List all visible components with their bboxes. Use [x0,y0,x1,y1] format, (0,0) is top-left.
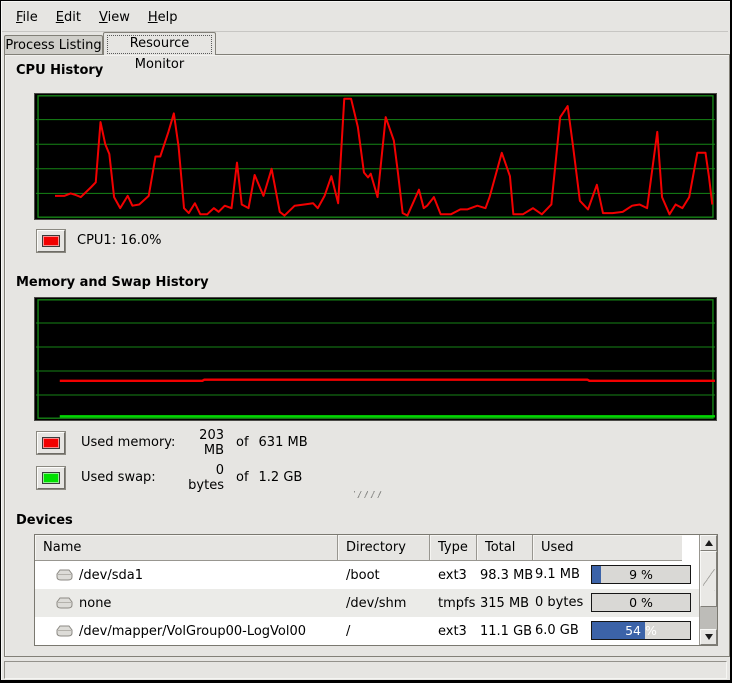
device-used: 0 bytes [535,595,583,610]
swap-of-text: of [236,470,249,485]
cpu-color-swatch-button[interactable] [37,230,65,252]
swap-color-sample [42,472,60,484]
scroll-up-button[interactable] [700,535,717,551]
column-header-directory[interactable]: Directory [338,535,430,561]
table-row[interactable]: /dev/sda1 /boot ext3 98.3 MB 9.1 MB 9 % [35,561,717,589]
arrow-down-icon [705,634,713,640]
swap-color-swatch-button[interactable] [37,467,65,489]
tab-process-listing[interactable]: Process Listing [4,35,103,55]
device-name: /dev/mapper/VolGroup00-LogVol00 [79,624,306,639]
device-total: 315 MB [477,596,533,611]
memory-history-chart [34,297,717,421]
device-directory: / [338,624,430,639]
device-total: 98.3 MB [477,568,533,583]
swap-legend-row: Used swap: 0 bytes of 1.2 GB [5,466,302,489]
vertical-scrollbar[interactable] [699,535,717,645]
disk-icon [56,597,73,609]
cpu-history-chart [34,93,717,220]
device-name: none [79,596,111,611]
disk-icon [56,569,73,581]
device-type: ext3 [430,568,477,583]
memory-legend-label: Used memory: [81,435,176,450]
column-header-used[interactable]: Used [533,535,682,561]
cpu-history-title: CPU History [16,63,103,78]
swap-total-value: 1.2 GB [259,470,303,485]
swap-legend-label: Used swap: [81,470,176,485]
system-monitor-window: File Edit View Help Process Listing Reso… [0,0,732,683]
memory-color-sample [42,437,60,449]
device-directory: /dev/shm [338,596,430,611]
devices-table: Name Directory Type Total Used /dev/sda1… [34,534,718,646]
tab-strip: Process Listing Resource Monitor [4,32,727,55]
table-row[interactable]: /dev/mapper/VolGroup00-LogVol00 / ext3 1… [35,617,717,645]
memory-legend-row: Used memory: 203 MB of 631 MB [5,431,308,454]
memory-used-value: 203 MB [176,428,224,458]
progress-label: 0 % [592,594,690,611]
device-total: 11.1 GB [477,624,533,639]
menu-file[interactable]: File [7,7,47,28]
device-type: ext3 [430,624,477,639]
cpu-color-sample [42,235,60,247]
devices-title: Devices [16,513,73,528]
used-progress-bar: 54 % [591,621,691,640]
cpu-legend-label: CPU1: 16.0% [77,233,162,248]
tab-resource-monitor[interactable]: Resource Monitor [103,32,216,55]
scroll-down-button[interactable] [700,629,717,645]
device-used: 6.0 GB [535,623,579,638]
menubar: File Edit View Help [3,4,728,30]
tab-resource-monitor-label: Resource Monitor [130,36,190,72]
device-name: /dev/sda1 [79,568,143,583]
devices-table-header: Name Directory Type Total Used [35,535,717,561]
memory-history-title: Memory and Swap History [16,275,209,290]
disk-icon [56,625,73,637]
menu-view[interactable]: View [90,7,139,28]
menu-help[interactable]: Help [139,7,187,28]
pane-resize-grip[interactable] [354,491,384,498]
statusbar [4,661,727,679]
cpu-chart-plot [36,95,715,218]
device-type: tmpfs [430,596,477,611]
memory-of-text: of [236,435,249,450]
table-row[interactable]: none /dev/shm tmpfs 315 MB 0 bytes 0 % [35,589,717,617]
used-progress-bar: 9 % [591,565,691,584]
memory-chart-plot [36,299,715,419]
scrollbar-thumb[interactable] [700,551,717,607]
cpu-legend-row: CPU1: 16.0% [5,229,162,252]
arrow-up-icon [705,540,713,546]
resource-monitor-page: CPU History CPU1: 16.0% Memory and Swap … [4,54,730,657]
column-header-total[interactable]: Total [477,535,533,561]
memory-color-swatch-button[interactable] [37,432,65,454]
column-header-type[interactable]: Type [430,535,477,561]
progress-label: 9 % [592,566,690,583]
menu-edit[interactable]: Edit [47,7,90,28]
swap-used-value: 0 bytes [176,463,224,493]
device-directory: /boot [338,568,430,583]
memory-total-value: 631 MB [259,435,308,450]
device-used: 9.1 MB [535,567,580,582]
used-progress-bar: 0 % [591,593,691,612]
progress-label: 54 % [592,622,690,639]
column-header-name[interactable]: Name [35,535,338,561]
